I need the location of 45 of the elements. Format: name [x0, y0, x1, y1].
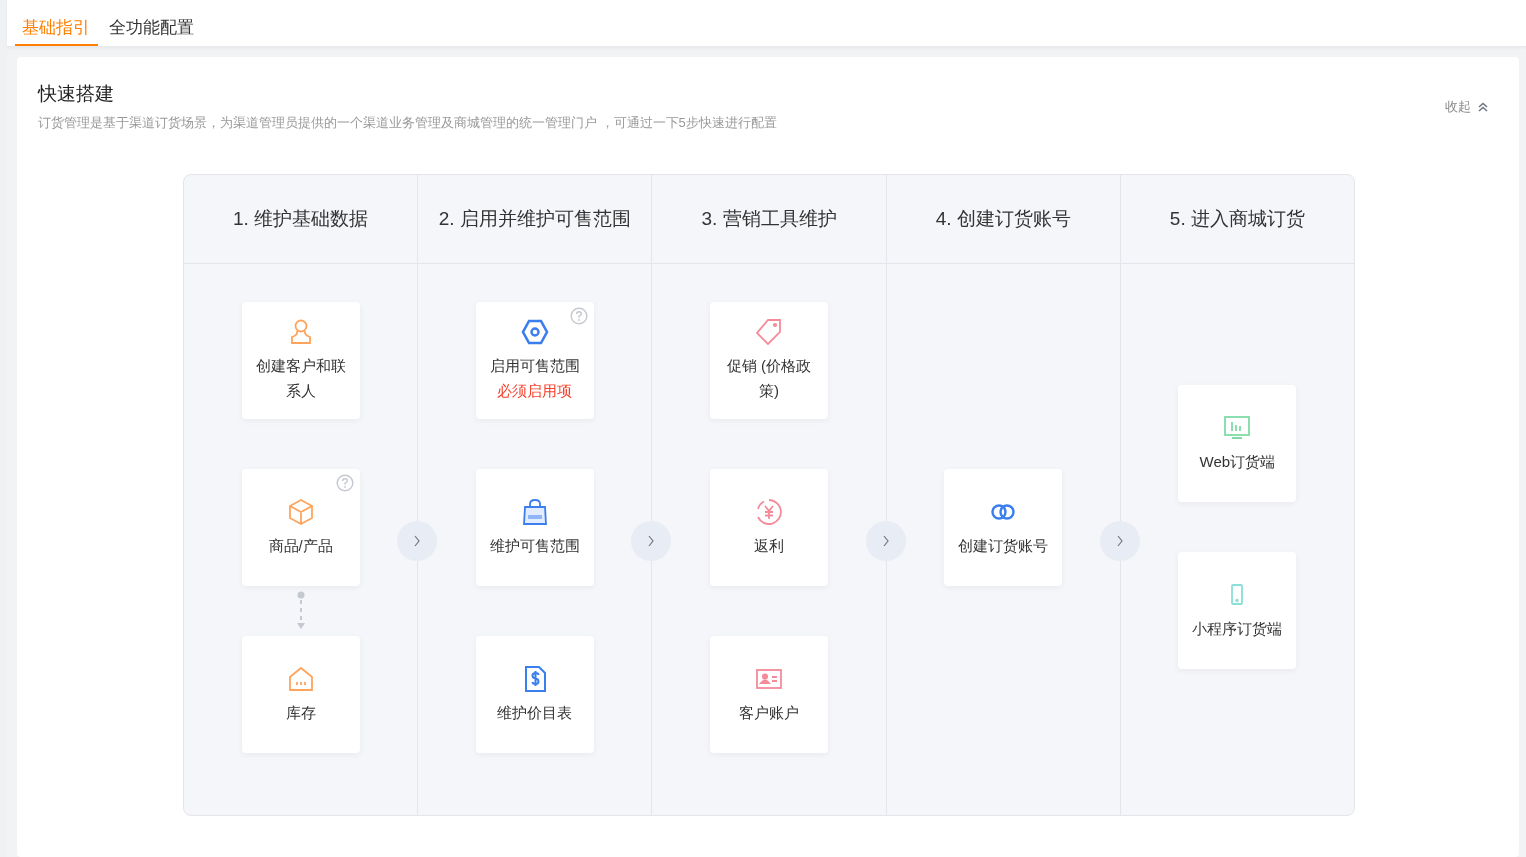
step-label: 创建客户和联系人	[254, 356, 347, 401]
help-icon[interactable]	[569, 306, 588, 325]
step-card[interactable]: 客户账户	[710, 635, 828, 753]
next-arrow-button[interactable]	[631, 521, 672, 561]
next-arrow-button[interactable]	[865, 521, 906, 561]
step-card[interactable]: 维护可售范围	[475, 468, 594, 586]
step-label: 维护可售范围	[489, 535, 580, 556]
step-label: 启用可售范围	[489, 356, 580, 376]
step-title: 2. 启用并维护可售范围	[418, 175, 652, 264]
step-label: 创建订货账号	[958, 535, 1049, 556]
step-label: 返利	[754, 535, 784, 556]
step-label: 促销 (价格政策)	[725, 356, 813, 401]
step-card[interactable]: 返利	[710, 468, 828, 586]
next-arrow-button[interactable]	[1099, 521, 1140, 561]
step-card[interactable]: Web订货端	[1178, 385, 1297, 502]
collapse-link[interactable]: 收起	[1445, 98, 1489, 116]
step-label: Web订货端	[1199, 452, 1276, 472]
chevron-right-icon	[413, 535, 422, 547]
step-card[interactable]: 维护价目表	[475, 635, 594, 753]
step-card[interactable]: 创建客户和联系人	[241, 301, 360, 419]
section-title: 快速搭建	[38, 82, 115, 106]
step-card[interactable]: 启用可售范围 必须启用项	[475, 301, 594, 419]
required-note: 必须启用项	[497, 381, 573, 401]
step-card[interactable]: 商品/产品	[241, 468, 360, 586]
step-label: 维护价目表	[497, 702, 573, 723]
next-arrow-button[interactable]	[397, 521, 438, 561]
dashed-arrow	[295, 590, 306, 631]
step-card[interactable]: 库存	[241, 635, 360, 753]
step-title: 3. 营销工具维护	[652, 175, 886, 264]
step-label: 商品/产品	[268, 535, 333, 556]
step-label: 小程序订货端	[1192, 619, 1283, 639]
chevron-right-icon	[647, 535, 656, 547]
step-label: 客户账户	[739, 702, 799, 723]
double-chevron-up-icon	[1477, 102, 1489, 112]
step-card[interactable]: 创建订货账号	[944, 468, 1063, 586]
step-title: 4. 创建订货账号	[886, 175, 1120, 264]
step-label: 库存	[285, 702, 316, 723]
step-title: 5. 进入商城订货	[1120, 175, 1354, 264]
step-title: 1. 维护基础数据	[184, 175, 418, 264]
step-card[interactable]: 促销 (价格政策)	[710, 301, 828, 419]
help-icon[interactable]	[335, 473, 354, 492]
chevron-right-icon	[881, 535, 890, 547]
step-card[interactable]: 小程序订货端	[1178, 552, 1297, 669]
chevron-right-icon	[1115, 535, 1124, 547]
tab[interactable]: 全功能配置	[102, 0, 202, 46]
